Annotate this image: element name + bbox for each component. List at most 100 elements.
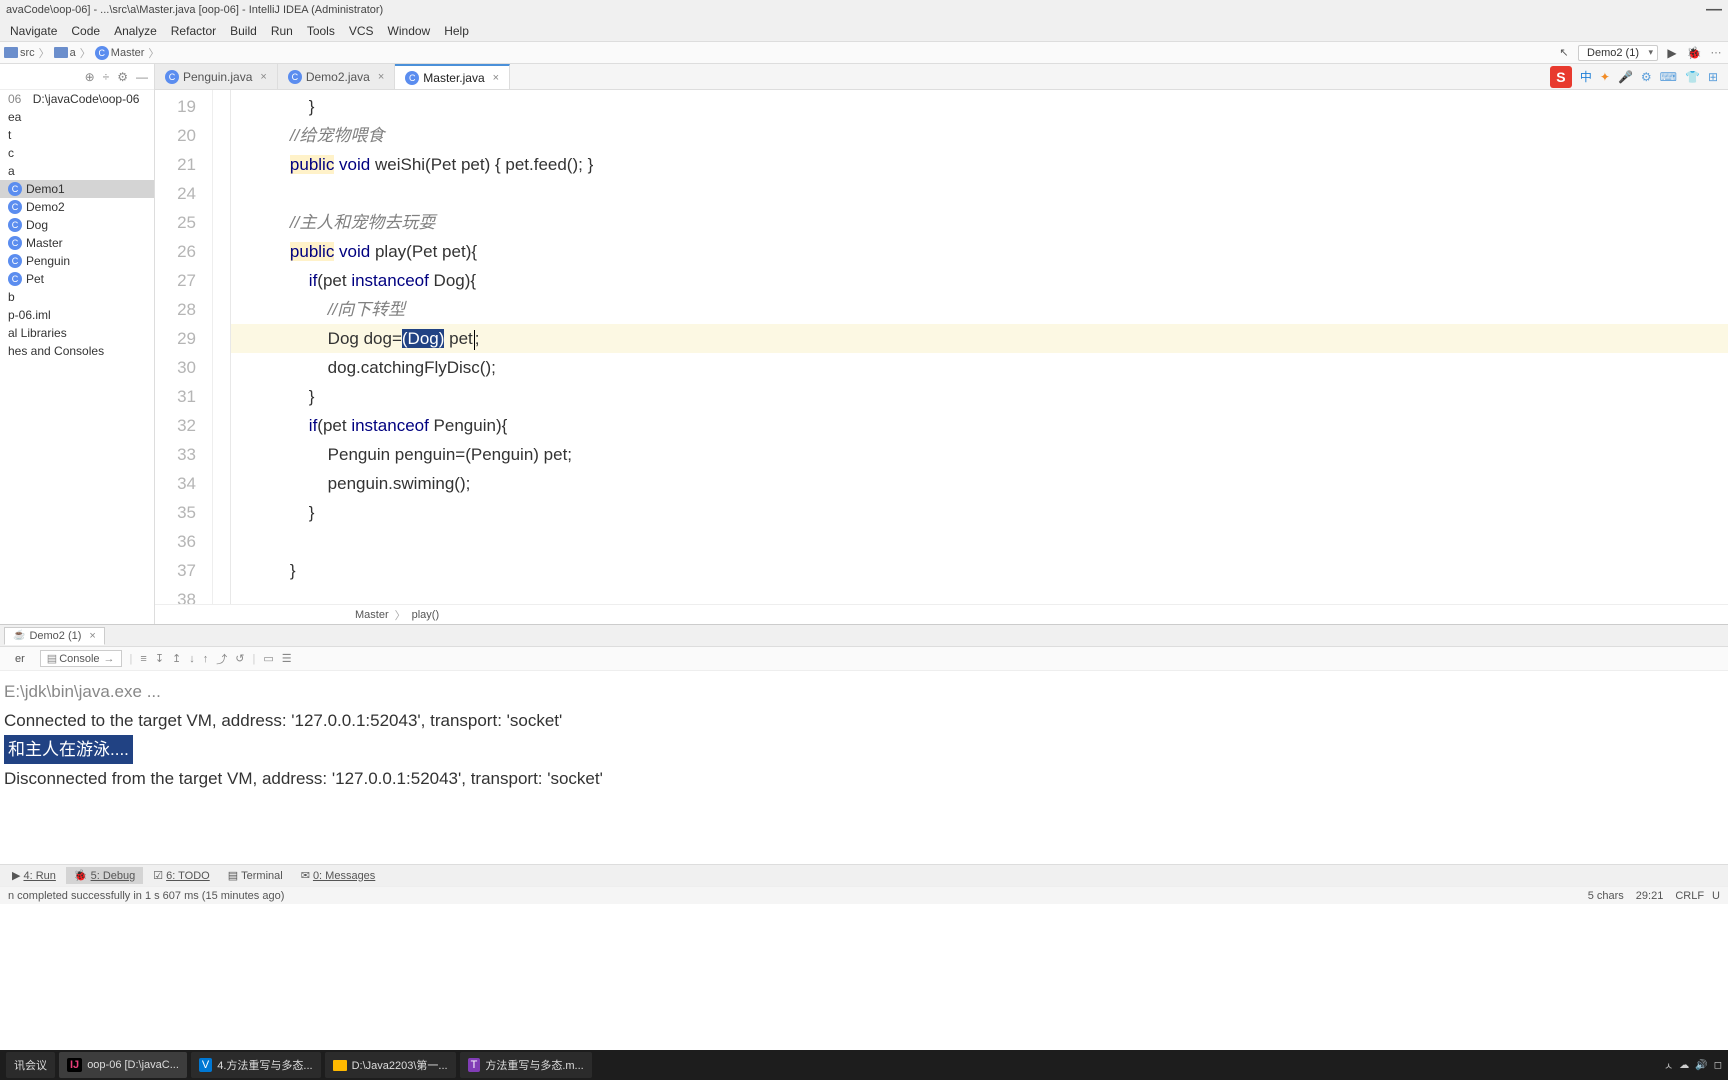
tree-item[interactable]: a: [0, 162, 154, 180]
ime-skin-icon[interactable]: 👕: [1685, 70, 1700, 84]
tab-penguin[interactable]: CPenguin.java×: [155, 64, 278, 89]
taskbar-vs[interactable]: V4.方法重写与多态...: [191, 1052, 321, 1078]
settings-icon[interactable]: ☰: [282, 652, 292, 665]
tree-item-demo2[interactable]: CDemo2: [0, 198, 154, 216]
close-icon[interactable]: ×: [493, 72, 499, 84]
console-output[interactable]: E:\jdk\bin\java.exe ... Connected to the…: [0, 671, 1728, 864]
tree-item[interactable]: t: [0, 126, 154, 144]
console-tab-button[interactable]: ▤Console→: [40, 650, 122, 667]
chevron-right-icon: 〉: [39, 45, 50, 61]
target-icon[interactable]: ⊕: [85, 70, 95, 84]
ime-tool-icon[interactable]: ✦: [1600, 70, 1610, 84]
intellij-icon: IJ: [67, 1058, 82, 1072]
status-line-sep[interactable]: CRLF: [1675, 890, 1704, 902]
menu-tools[interactable]: Tools: [301, 22, 341, 40]
breadcrumb-master[interactable]: Master: [111, 47, 145, 59]
hide-icon[interactable]: —: [136, 70, 148, 84]
menu-refactor[interactable]: Refactor: [165, 22, 222, 40]
close-icon[interactable]: ×: [89, 630, 95, 642]
tree-item-consoles[interactable]: hes and Consoles: [0, 342, 154, 360]
taskbar-meeting[interactable]: 讯会议: [6, 1052, 55, 1078]
pause-icon[interactable]: ↑: [203, 653, 209, 665]
ime-settings-icon[interactable]: ⚙: [1641, 70, 1652, 84]
minimize-button[interactable]: —: [1706, 1, 1722, 19]
editor-tabs: CPenguin.java× CDemo2.java× CMaster.java…: [155, 64, 1728, 90]
debugger-tab-button[interactable]: er: [8, 651, 32, 667]
taskbar-intellij[interactable]: IJoop-06 [D:\javaC...: [59, 1052, 187, 1078]
console-line: E:\jdk\bin\java.exe ...: [4, 677, 1724, 706]
breadcrumb-a[interactable]: a: [70, 47, 76, 59]
sogou-icon[interactable]: S: [1550, 66, 1572, 88]
menu-code[interactable]: Code: [65, 22, 106, 40]
console-line: Connected to the target VM, address: '12…: [4, 706, 1724, 735]
step-out-icon[interactable]: ↥: [172, 652, 181, 665]
filter-icon[interactable]: ⤴: [216, 651, 227, 667]
breadcrumb-method[interactable]: play(): [412, 609, 440, 621]
debug-icon[interactable]: 🐞: [1686, 45, 1702, 61]
menu-window[interactable]: Window: [382, 22, 437, 40]
menu-help[interactable]: Help: [438, 22, 475, 40]
breadcrumb-class[interactable]: Master: [355, 609, 389, 621]
collapse-icon[interactable]: ÷: [103, 70, 110, 84]
run-tab[interactable]: ▶ 4: Run: [4, 867, 64, 884]
tab-demo2[interactable]: CDemo2.java×: [278, 64, 395, 89]
menu-build[interactable]: Build: [224, 22, 263, 40]
menu-vcs[interactable]: VCS: [343, 22, 380, 40]
system-tray[interactable]: ㅅ ☁ 🔊 ◻: [1664, 1058, 1722, 1073]
tray-volume-icon[interactable]: 🔊: [1695, 1060, 1707, 1071]
tray-square-icon[interactable]: ◻: [1714, 1060, 1722, 1071]
ime-keyboard-icon[interactable]: ⌨: [1660, 70, 1677, 84]
tree-item-dog[interactable]: CDog: [0, 216, 154, 234]
code-content[interactable]: } //给宠物喂食 public void weiShi(Pet pet) { …: [231, 90, 1728, 604]
close-icon[interactable]: ×: [260, 71, 266, 83]
tree-item[interactable]: c: [0, 144, 154, 162]
windows-taskbar[interactable]: 讯会议 IJoop-06 [D:\javaC... V4.方法重写与多态... …: [0, 1050, 1728, 1080]
class-icon: C: [8, 200, 22, 214]
tree-item[interactable]: b: [0, 288, 154, 306]
step-into-icon[interactable]: ↧: [155, 652, 164, 665]
taskbar-explorer[interactable]: D:\Java2203\第一...: [325, 1052, 456, 1078]
ime-lang[interactable]: 中: [1580, 68, 1592, 85]
gear-icon[interactable]: ⚙: [117, 70, 128, 84]
close-icon[interactable]: ×: [378, 71, 384, 83]
tray-chevron-icon[interactable]: ㅅ: [1664, 1058, 1673, 1073]
tree-item-libraries[interactable]: al Libraries: [0, 324, 154, 342]
editor-body[interactable]: 192021242526272829303132333435363738 } /…: [155, 90, 1728, 604]
tree-item-iml[interactable]: p-06.iml: [0, 306, 154, 324]
breadcrumb-src[interactable]: src: [20, 47, 35, 59]
tree-item-demo1[interactable]: CDemo1: [0, 180, 154, 198]
class-icon: C: [405, 71, 419, 85]
debug-session-tab[interactable]: ☕ Demo2 (1) ×: [4, 627, 105, 645]
back-icon[interactable]: ↖: [1556, 45, 1572, 61]
layout-icon[interactable]: ▭: [263, 652, 273, 665]
debug-tab[interactable]: 🐞 5: Debug: [66, 867, 143, 884]
tree-item-master[interactable]: CMaster: [0, 234, 154, 252]
step-over-icon[interactable]: ≡: [140, 653, 146, 665]
more-icon[interactable]: ⋯: [1708, 45, 1724, 61]
project-root[interactable]: 06 D:\javaCode\oop-06: [0, 90, 154, 108]
ime-mic-icon[interactable]: 🎤: [1618, 70, 1633, 84]
status-encoding[interactable]: U: [1712, 890, 1720, 902]
project-tree[interactable]: ⊕ ÷ ⚙ — 06 D:\javaCode\oop-06 ea t c a C…: [0, 64, 155, 624]
run-config-dropdown[interactable]: Demo2 (1): [1578, 45, 1658, 61]
menu-analyze[interactable]: Analyze: [108, 22, 163, 40]
class-icon: C: [8, 272, 22, 286]
wrap-icon[interactable]: ↺: [235, 652, 244, 665]
status-position: 29:21: [1636, 890, 1664, 902]
tab-master[interactable]: CMaster.java×: [395, 64, 510, 89]
menu-run[interactable]: Run: [265, 22, 299, 40]
tree-item-penguin[interactable]: CPenguin: [0, 252, 154, 270]
run-icon[interactable]: ▶: [1664, 45, 1680, 61]
tree-item[interactable]: ea: [0, 108, 154, 126]
tree-item-pet[interactable]: CPet: [0, 270, 154, 288]
vs-icon: V: [199, 1058, 212, 1072]
tray-item-icon[interactable]: ☁: [1679, 1060, 1689, 1071]
terminal-tab[interactable]: ▤ Terminal: [220, 867, 291, 884]
folder-icon: [54, 47, 68, 58]
menu-navigate[interactable]: Navigate: [4, 22, 63, 40]
ime-grid-icon[interactable]: ⊞: [1708, 70, 1718, 84]
todo-tab[interactable]: ☑ 6: TODO: [145, 867, 217, 884]
resume-icon[interactable]: ↓: [189, 653, 195, 665]
messages-tab[interactable]: ✉ 0: Messages: [293, 867, 384, 884]
taskbar-doc[interactable]: T方法重写与多态.m...: [460, 1052, 592, 1078]
